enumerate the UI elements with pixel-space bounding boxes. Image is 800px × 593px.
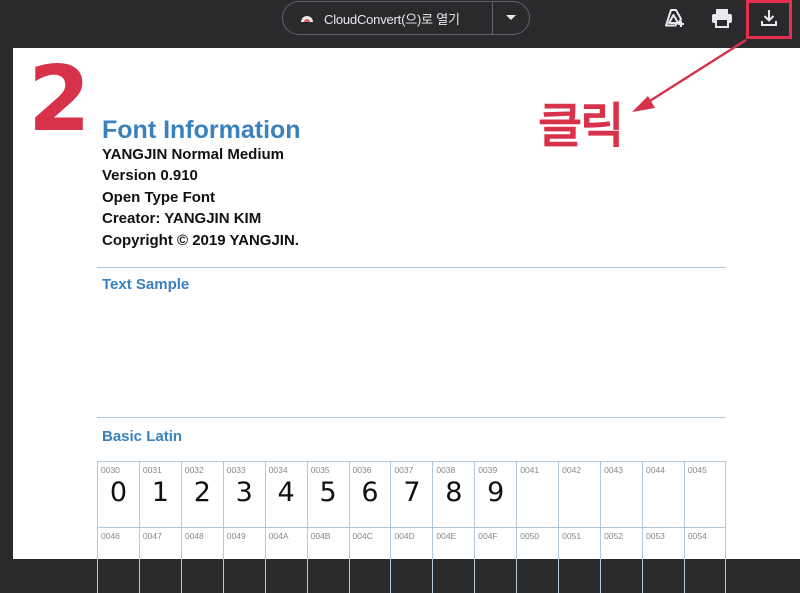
glyph-cell: 0047 [138,527,181,593]
glyph-code: 0043 [604,465,623,475]
glyph-char: 0 [109,477,128,508]
font-name: YANGJIN Normal Medium [102,146,284,163]
glyph-code: 0051 [562,531,582,541]
click-annotation-label: 클릭 [538,98,624,154]
font-copyright: Copyright © 2019 YANGJIN. [102,232,299,249]
glyph-cell: 0039 9 [474,461,517,527]
glyph-cell: 0051 [558,527,601,593]
glyph-char: 4 [277,477,295,508]
glyph-grid: 0030 0 0031 1 0032 2 0033 3 0034 4 0035 5 0036 6 0037 7… [97,461,726,593]
glyph-code: 0036 [352,465,372,475]
glyph-code: 0039 [478,465,498,475]
glyph-code: 0054 [687,531,707,541]
glyph-char: 9 [487,477,505,508]
glyph-cell: 0043 [600,461,642,527]
glyph-cell: 0034 4 [264,461,307,527]
glyph-char: 1 [151,477,169,508]
glyph-char: 2 [193,477,211,508]
font-creator: Creator: YANGJIN KIM [102,210,262,227]
glyph-char: 6 [361,477,379,508]
section-title-text-sample: Text Sample [102,276,190,293]
glyph-cell: 004E [432,527,475,593]
glyph-cell: 0045 [683,461,726,527]
glyph-code: 0030 [101,465,120,475]
glyph-cell: 0053 [641,527,684,593]
glyph-cell: 004B [306,527,349,593]
glyph-row: 0046 0047 0048 0049 004A 004B 004C 004D 004E 004F… [97,527,726,593]
glyph-cell: 0030 0 [97,461,139,527]
glyph-code: 004D [394,531,415,541]
glyph-code: 0046 [101,531,120,541]
glyph-code: 0047 [142,531,162,541]
glyph-code: 0052 [604,531,623,541]
glyph-code: 0053 [645,531,665,541]
glyph-cell: 0042 [558,461,601,527]
glyph-code: 004C [352,531,373,541]
glyph-code: 004E [436,531,457,541]
glyph-code: 0041 [520,465,540,475]
glyph-cell: 0052 [600,527,642,593]
glyph-cell: 0041 [516,461,559,527]
glyph-cell: 0054 [683,527,726,593]
section-title-basic-latin: Basic Latin [102,428,183,445]
glyph-char: 7 [403,477,421,508]
glyph-cell: 0050 [516,527,559,593]
glyph-code: 0031 [142,465,162,475]
glyph-code: 004A [268,531,289,541]
glyph-cell: 0038 8 [432,461,475,527]
glyph-char: 3 [235,477,253,508]
glyph-cell: 004F [474,527,517,593]
glyph-code: 0045 [687,465,707,475]
glyph-row: 0030 0 0031 1 0032 2 0033 3 0034 4 0035 5 0036 6 0037 7… [97,461,726,527]
glyph-cell: 0031 1 [138,461,181,527]
glyph-cell: 004A [264,527,307,593]
glyph-char: 8 [445,477,463,508]
glyph-code: 0035 [310,465,330,475]
glyph-code: 004B [310,531,331,541]
glyph-code: 0050 [520,531,540,541]
glyph-cell: 0049 [222,527,265,593]
glyph-code: 0048 [184,531,204,541]
section-divider [97,417,726,418]
glyph-cell: 0037 7 [390,461,433,527]
glyph-cell: 0032 2 [180,461,223,527]
font-version: Version 0.910 [102,167,198,184]
section-divider [97,267,726,268]
glyph-cell: 004C [348,527,391,593]
document-title: Font Information [102,116,301,144]
glyph-code: 0038 [436,465,456,475]
glyph-cell: 0044 [641,461,684,527]
glyph-code: 004F [478,531,498,541]
glyph-code: 0042 [562,465,582,475]
font-type: Open Type Font [102,189,216,206]
glyph-cell: 0048 [180,527,223,593]
glyph-code: 0032 [184,465,204,475]
glyph-cell: 0046 [97,527,139,593]
glyph-cell: 004D [390,527,433,593]
glyph-code: 0049 [226,531,246,541]
glyph-cell: 0035 5 [306,461,349,527]
glyph-code: 0034 [268,465,288,475]
glyph-char: 5 [319,477,337,508]
glyph-code: 0044 [645,465,665,475]
glyph-cell: 0033 3 [222,461,265,527]
glyph-code: 0037 [394,465,414,475]
glyph-cell: 0036 6 [348,461,391,527]
glyph-code: 0033 [226,465,246,475]
